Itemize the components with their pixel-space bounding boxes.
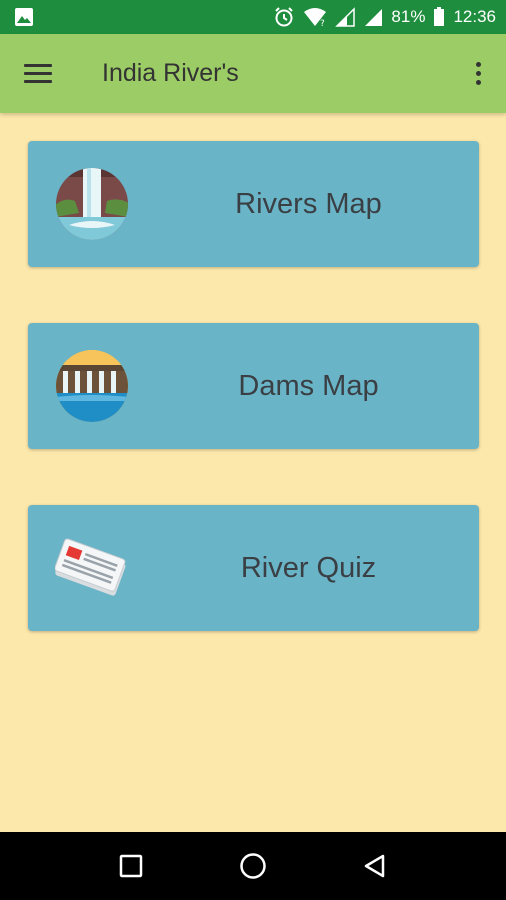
newspaper-icon — [54, 531, 129, 605]
clock: 12:36 — [453, 7, 496, 26]
dams-map-button[interactable]: Dams Map — [28, 323, 479, 449]
recents-square-icon[interactable] — [111, 846, 151, 886]
rivers-map-button[interactable]: Rivers Map — [28, 141, 479, 267]
app-bar: India River's — [0, 34, 506, 113]
battery-icon — [433, 7, 445, 27]
river-quiz-button[interactable]: River Quiz — [28, 505, 479, 631]
more-vert-icon[interactable] — [466, 58, 490, 90]
river-quiz-label: River Quiz — [240, 551, 377, 584]
status-bar: ? 81% 12:36 — [0, 0, 506, 34]
alarm-icon — [273, 6, 295, 28]
dams-map-label: Dams Map — [238, 369, 379, 402]
navigation-bar — [0, 832, 506, 900]
waterfall-icon — [55, 167, 129, 241]
hamburger-menu-icon[interactable] — [24, 58, 56, 90]
dam-icon — [55, 349, 129, 423]
app-title: India River's — [102, 59, 239, 87]
rivers-map-label: Rivers Map — [235, 187, 382, 220]
back-triangle-icon[interactable] — [355, 846, 395, 886]
svg-text:?: ? — [320, 19, 325, 27]
battery-percent: 81% — [391, 7, 426, 26]
signal-icon — [363, 7, 383, 27]
image-icon — [14, 7, 34, 27]
signal-icon — [335, 7, 356, 27]
wifi-icon: ? — [303, 7, 327, 27]
home-circle-icon[interactable] — [233, 846, 273, 886]
